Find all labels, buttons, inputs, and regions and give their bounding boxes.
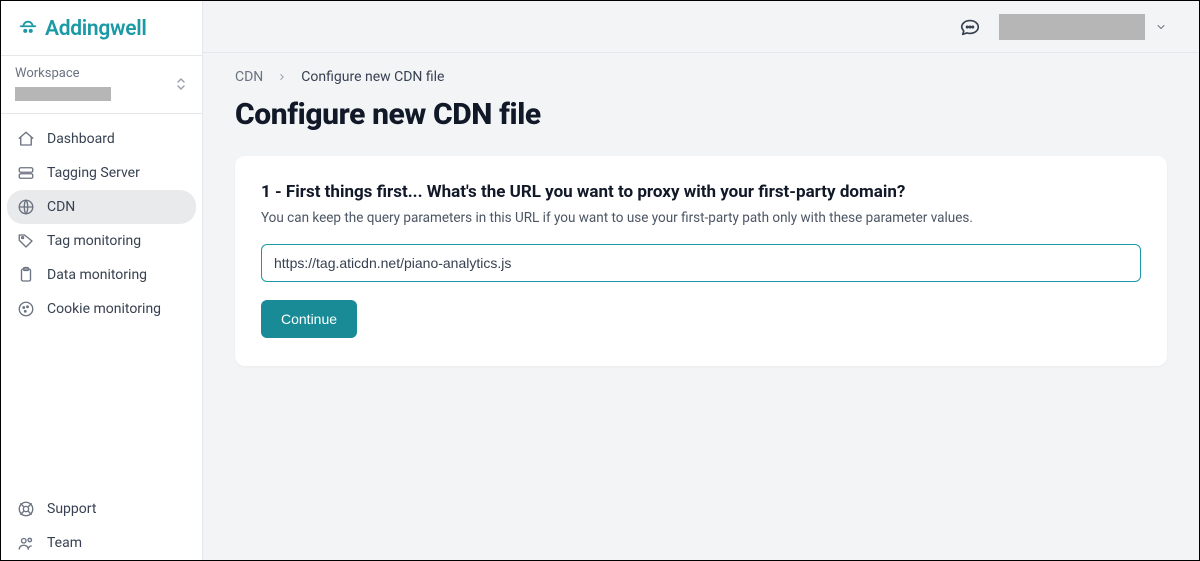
support-icon <box>17 500 35 518</box>
sidebar-item-label: Data monitoring <box>47 267 147 283</box>
sidebar-item-label: Dashboard <box>47 131 115 147</box>
chevron-down-icon <box>1155 21 1167 33</box>
sidebar-item-label: Team <box>47 535 82 551</box>
sidebar-item-cdn[interactable]: CDN <box>7 190 196 224</box>
sidebar-item-support[interactable]: Support <box>7 492 196 526</box>
proxy-url-input[interactable] <box>261 244 1141 282</box>
breadcrumb-root[interactable]: CDN <box>235 69 263 85</box>
content: CDN Configure new CDN file Configure new… <box>203 53 1199 366</box>
tag-icon <box>17 232 35 250</box>
workspace-label: Workspace <box>15 66 188 81</box>
sidebar-item-team[interactable]: Team <box>7 526 196 560</box>
brand-name: Addingwell <box>45 17 147 41</box>
server-icon <box>17 164 35 182</box>
sidebar-item-label: CDN <box>47 199 75 215</box>
sidebar-item-dashboard[interactable]: Dashboard <box>7 122 196 156</box>
form-card: 1 - First things first... What's the URL… <box>235 156 1167 366</box>
step-heading: 1 - First things first... What's the URL… <box>261 182 1141 202</box>
sidebar: Addingwell Workspace Dashboard <box>1 1 203 560</box>
sidebar-item-label: Cookie monitoring <box>47 301 161 317</box>
page-title: Configure new CDN file <box>235 97 1167 132</box>
sidebar-item-tag-monitoring[interactable]: Tag monitoring <box>7 224 196 258</box>
topbar <box>203 1 1199 53</box>
team-icon <box>17 534 35 552</box>
sidebar-item-label: Tagging Server <box>47 165 140 181</box>
globe-icon <box>17 198 35 216</box>
user-name-placeholder <box>999 14 1145 40</box>
up-down-icon <box>176 76 186 92</box>
workspace-value-placeholder <box>15 87 111 101</box>
sidebar-item-label: Support <box>47 501 96 517</box>
breadcrumb: CDN Configure new CDN file <box>235 69 1167 85</box>
cookie-icon <box>17 300 35 318</box>
sidebar-item-tagging-server[interactable]: Tagging Server <box>7 156 196 190</box>
brand-logo-icon <box>17 18 39 40</box>
workspace-switcher[interactable]: Workspace <box>1 55 202 114</box>
chat-icon[interactable] <box>959 16 981 38</box>
chevron-right-icon <box>277 72 287 82</box>
secondary-nav: Support Team <box>1 492 202 560</box>
brand[interactable]: Addingwell <box>1 1 202 55</box>
clipboard-icon <box>17 266 35 284</box>
sidebar-item-cookie-monitoring[interactable]: Cookie monitoring <box>7 292 196 326</box>
user-menu[interactable] <box>999 14 1167 40</box>
sidebar-item-data-monitoring[interactable]: Data monitoring <box>7 258 196 292</box>
continue-button[interactable]: Continue <box>261 300 357 338</box>
step-description: You can keep the query parameters in thi… <box>261 210 1141 226</box>
sidebar-item-label: Tag monitoring <box>47 233 141 249</box>
main: CDN Configure new CDN file Configure new… <box>203 1 1199 560</box>
breadcrumb-current: Configure new CDN file <box>301 69 444 85</box>
primary-nav: Dashboard Tagging Server CDN Tag monitor… <box>1 114 202 334</box>
home-icon <box>17 130 35 148</box>
